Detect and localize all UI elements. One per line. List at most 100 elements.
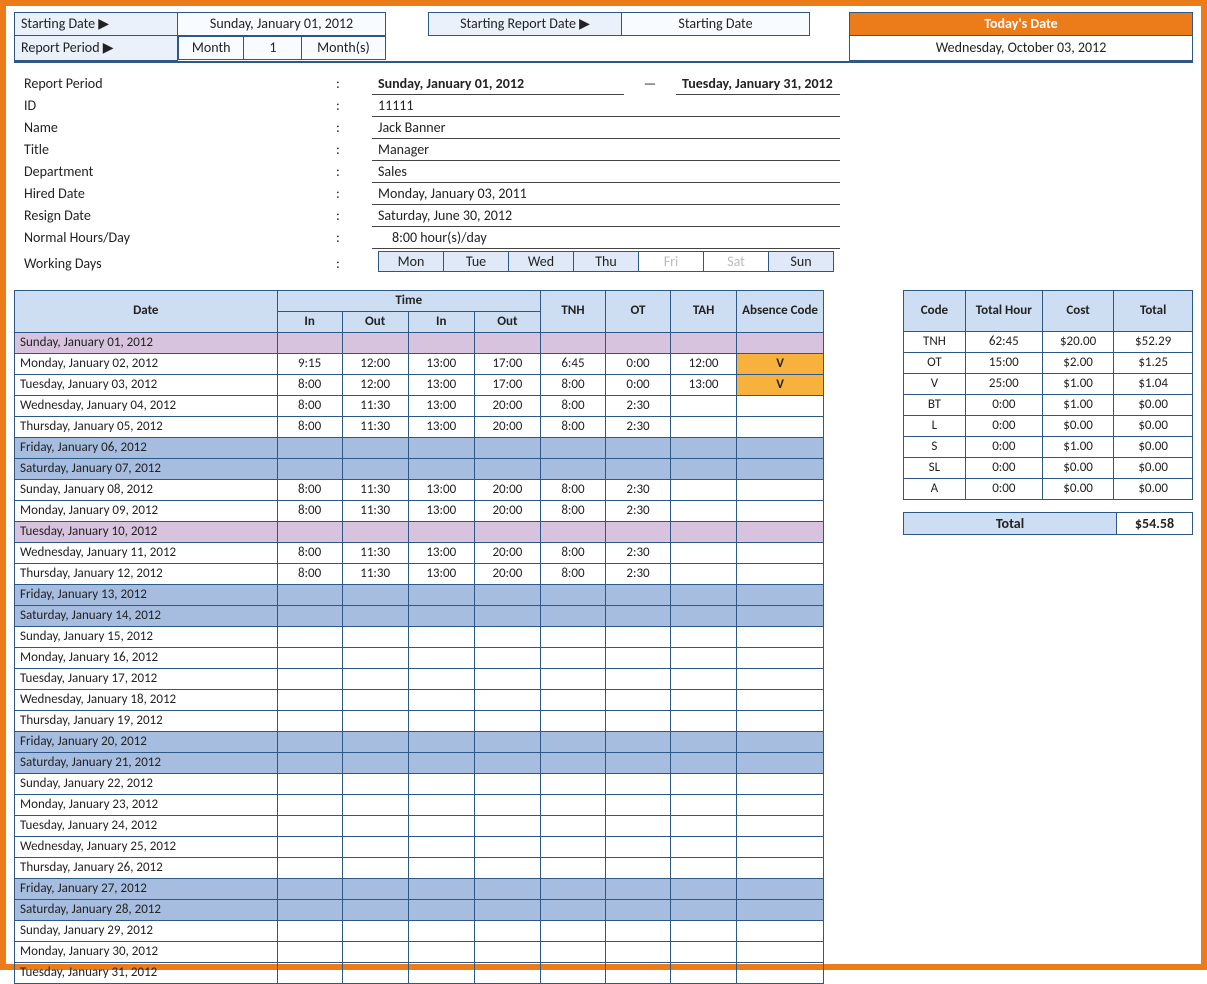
timesheet-row[interactable]: Tuesday, January 03, 20128:0012:0013:001… [15,374,824,395]
cell[interactable]: 2:30 [605,395,670,416]
cell[interactable] [671,458,737,479]
cell[interactable] [540,605,605,626]
timesheet-row[interactable]: Saturday, January 21, 2012 [15,752,824,773]
cell[interactable] [737,500,824,521]
cell[interactable]: Sunday, January 29, 2012 [15,920,278,941]
cell[interactable] [408,437,474,458]
cell[interactable] [277,878,342,899]
cell[interactable]: 11:30 [342,479,408,500]
cell[interactable]: 13:00 [408,374,474,395]
cell[interactable] [277,332,342,353]
cell[interactable] [342,773,408,794]
cell[interactable] [277,857,342,878]
cell[interactable]: 20:00 [474,416,540,437]
cell[interactable] [474,941,540,962]
cell[interactable]: 13:00 [408,353,474,374]
cell[interactable] [540,815,605,836]
cell[interactable] [342,332,408,353]
working-day-sun[interactable]: Sun [769,251,834,271]
cell[interactable] [342,941,408,962]
cell[interactable] [277,668,342,689]
cell[interactable]: 6:45 [540,353,605,374]
cell[interactable] [408,794,474,815]
cell[interactable] [540,857,605,878]
cell[interactable] [540,437,605,458]
cell[interactable] [540,668,605,689]
cell[interactable] [474,647,540,668]
cell[interactable]: 8:00 [277,479,342,500]
cell[interactable] [737,962,824,983]
cell[interactable]: 8:00 [540,416,605,437]
cell[interactable]: 13:00 [408,500,474,521]
cell[interactable]: 2:30 [605,416,670,437]
cell[interactable]: Monday, January 16, 2012 [15,647,278,668]
cell[interactable] [671,647,737,668]
cell[interactable] [474,710,540,731]
cell[interactable]: V [737,374,824,395]
cell[interactable]: Sunday, January 15, 2012 [15,626,278,647]
cell[interactable] [342,815,408,836]
cell[interactable] [408,941,474,962]
cell[interactable] [408,626,474,647]
cell[interactable] [671,752,737,773]
cell[interactable] [737,668,824,689]
cell[interactable] [277,437,342,458]
starting-date-value[interactable]: Sunday, January 01, 2012 [178,13,386,36]
cell[interactable] [605,962,670,983]
cell[interactable] [342,626,408,647]
cell[interactable]: Monday, January 30, 2012 [15,941,278,962]
info-title-value[interactable]: Manager [372,138,840,160]
cell[interactable] [605,605,670,626]
cell[interactable] [342,752,408,773]
cell[interactable]: 13:00 [408,395,474,416]
cell[interactable] [737,752,824,773]
cell[interactable]: 0:00 [605,374,670,395]
cell[interactable]: 8:00 [277,500,342,521]
timesheet-row[interactable]: Tuesday, January 24, 2012 [15,815,824,836]
cell[interactable]: 8:00 [277,563,342,584]
cell[interactable]: Thursday, January 12, 2012 [15,563,278,584]
timesheet-row[interactable]: Monday, January 02, 20129:1512:0013:0017… [15,353,824,374]
cell[interactable] [540,962,605,983]
cell[interactable]: 2:30 [605,542,670,563]
cell[interactable] [474,794,540,815]
cell[interactable] [671,815,737,836]
cell[interactable] [342,857,408,878]
cell[interactable] [737,836,824,857]
cell[interactable] [408,815,474,836]
cell[interactable] [737,458,824,479]
cell[interactable] [408,731,474,752]
cell[interactable] [671,962,737,983]
working-day-wed[interactable]: Wed [509,251,574,271]
cell[interactable]: Thursday, January 26, 2012 [15,857,278,878]
cell[interactable] [277,836,342,857]
cell[interactable] [671,710,737,731]
info-name-value[interactable]: Jack Banner [372,116,840,138]
cell[interactable] [671,794,737,815]
timesheet-row[interactable]: Friday, January 20, 2012 [15,731,824,752]
cell[interactable] [342,521,408,542]
cell[interactable] [737,437,824,458]
cell[interactable] [671,731,737,752]
cell[interactable] [408,521,474,542]
cell[interactable] [277,521,342,542]
cell[interactable] [605,521,670,542]
cell[interactable] [474,626,540,647]
cell[interactable] [671,773,737,794]
timesheet-row[interactable]: Sunday, January 29, 2012 [15,920,824,941]
cell[interactable]: Saturday, January 07, 2012 [15,458,278,479]
cell[interactable]: 2:30 [605,563,670,584]
cell[interactable] [671,416,737,437]
cell[interactable] [671,899,737,920]
cell[interactable] [671,563,737,584]
cell[interactable] [671,584,737,605]
cell[interactable] [474,668,540,689]
cell[interactable] [408,899,474,920]
cell[interactable] [342,689,408,710]
working-day-sat[interactable]: Sat [704,251,769,271]
cell[interactable] [540,710,605,731]
cell[interactable]: 20:00 [474,563,540,584]
cell[interactable] [408,647,474,668]
cell[interactable] [737,416,824,437]
working-day-fri[interactable]: Fri [639,251,704,271]
